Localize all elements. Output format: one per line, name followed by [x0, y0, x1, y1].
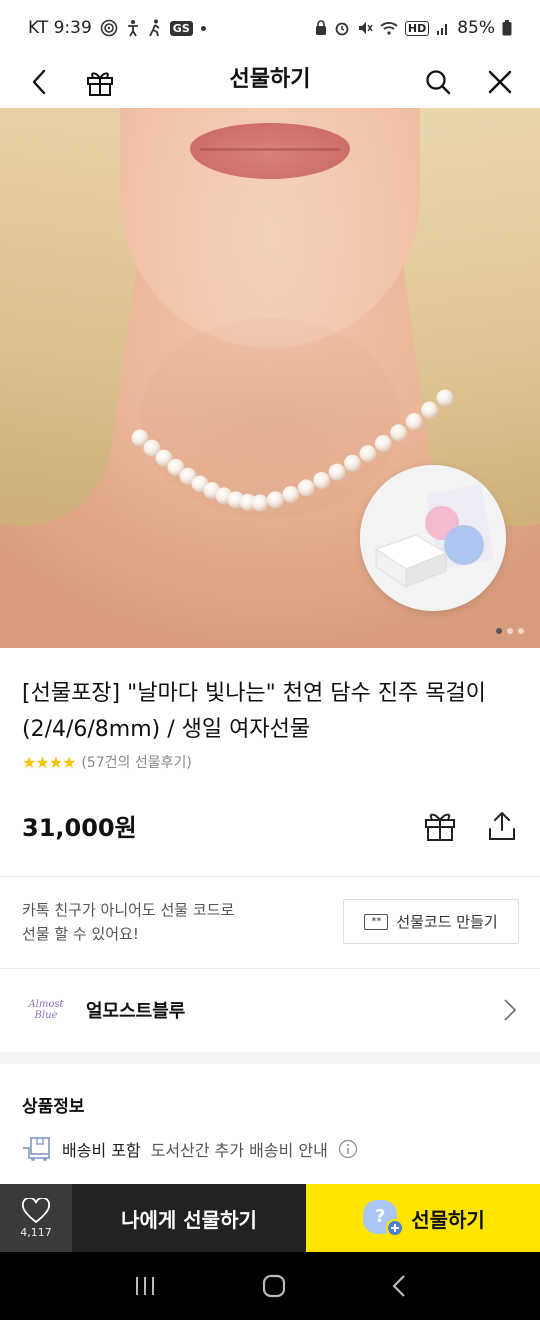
- carousel-pager: [496, 628, 524, 634]
- heart-icon: [21, 1197, 51, 1223]
- signal-icon: [436, 21, 450, 35]
- gift-code-line1: 카톡 친구가 아니어도 선물 코드로: [22, 901, 235, 919]
- brand-logo-line2: Blue: [34, 1010, 58, 1021]
- section-separator: [0, 1052, 540, 1064]
- accessibility-icon: [126, 19, 140, 37]
- friend-select-icon: ?: [361, 1198, 405, 1238]
- info-icon[interactable]: [338, 1139, 358, 1159]
- pager-dot[interactable]: [507, 628, 513, 634]
- gift-box-illustration: [360, 465, 506, 611]
- like-button[interactable]: 4,117: [0, 1184, 72, 1252]
- bottom-action-bar: 4,117 나에게 선물하기 ? 선물하기: [0, 1184, 540, 1252]
- like-count: 4,117: [20, 1225, 52, 1239]
- code-ticket-icon: **: [364, 913, 389, 930]
- gift-wrap-thumbnail: [360, 465, 506, 611]
- pearl-bead: [328, 463, 346, 481]
- back-button[interactable]: [20, 62, 60, 102]
- pearl-bead: [297, 479, 315, 497]
- pearl-bead: [405, 413, 423, 431]
- lock-icon: [315, 20, 327, 36]
- system-navigation-bar: [0, 1252, 540, 1320]
- product-price: 31,000원: [22, 814, 137, 842]
- close-button[interactable]: [480, 62, 520, 102]
- battery-percent: 85%: [457, 18, 495, 38]
- star-rating-icon: ★★★★: [22, 752, 76, 772]
- status-bar: KT 9:39 GS HD 85%: [0, 0, 540, 56]
- gift-home-button[interactable]: [80, 62, 120, 102]
- create-gift-code-button[interactable]: ** 선물코드 만들기: [343, 899, 519, 944]
- create-gift-code-label: 선물코드 만들기: [396, 913, 498, 931]
- mute-icon: [357, 20, 373, 36]
- close-icon: [488, 70, 512, 94]
- product-image-carousel[interactable]: [0, 108, 540, 648]
- wifi-icon: [380, 21, 398, 35]
- review-count: (57건의 선물후기): [81, 755, 192, 771]
- home-icon[interactable]: [262, 1274, 286, 1298]
- walking-icon: [148, 19, 162, 37]
- search-icon: [426, 70, 451, 95]
- carrier-time: KT 9:39: [28, 18, 92, 38]
- chevron-right-icon: [504, 999, 517, 1021]
- pearl-bead: [266, 491, 284, 509]
- gift-to-myself-button[interactable]: 나에게 선물하기: [72, 1184, 306, 1252]
- gift-box-icon: [425, 813, 455, 841]
- pearl-bead: [359, 445, 377, 463]
- gift-to-myself-label: 나에게 선물하기: [121, 1207, 257, 1232]
- notification-dot-icon: [200, 25, 206, 31]
- pager-dot[interactable]: [518, 628, 524, 634]
- fingerprint-icon: [100, 19, 118, 37]
- share-button[interactable]: [482, 806, 522, 846]
- pearl-bead: [251, 494, 269, 512]
- avatar-question-mark: ?: [374, 1206, 386, 1227]
- gift-icon: [87, 72, 113, 96]
- product-title: [선물포장] "날마다 빛나는" 천연 담수 진주 목걸이(2/4/6/8mm)…: [22, 681, 486, 742]
- system-back-icon[interactable]: [391, 1274, 407, 1298]
- alarm-icon: [334, 20, 350, 36]
- shipping-sub-label: 도서산간 추가 배송비 안내: [150, 1141, 328, 1160]
- pearl-bead: [313, 471, 331, 489]
- brand-row[interactable]: Almost Blue 얼모스트블루: [0, 980, 540, 1040]
- send-gift-label: 선물하기: [411, 1207, 485, 1232]
- top-navigation: 선물하기: [0, 56, 540, 108]
- pearl-bead: [421, 401, 439, 419]
- pearl-bead: [282, 485, 300, 503]
- pearl-bead: [344, 454, 361, 472]
- brand-name: 얼모스트블루: [86, 1001, 186, 1022]
- shipping-label: 배송비 포함: [62, 1141, 141, 1160]
- hd-badge: HD: [404, 20, 430, 36]
- rating-row[interactable]: ★★★★ (57건의 선물후기): [22, 752, 192, 772]
- divider: [0, 876, 540, 877]
- pager-dot[interactable]: [496, 628, 502, 634]
- battery-icon: [502, 20, 512, 36]
- product-info-title: 상품정보: [22, 1097, 85, 1117]
- brand-logo-line1: Almost: [28, 999, 64, 1010]
- pearl-bead: [436, 389, 454, 407]
- divider: [0, 968, 540, 969]
- gift-code-line2: 선물 할 수 있어요!: [22, 925, 139, 943]
- wishlist-gift-button[interactable]: [420, 806, 460, 846]
- brand-logo: Almost Blue: [22, 990, 70, 1030]
- search-button[interactable]: [418, 62, 458, 102]
- status-right: HD 85%: [315, 18, 512, 38]
- gift-code-description: 카톡 친구가 아니어도 선물 코드로 선물 할 수 있어요!: [22, 898, 234, 946]
- gs-badge: GS: [169, 20, 193, 36]
- pearl-bead: [374, 434, 392, 452]
- back-arrow-icon: [32, 69, 46, 95]
- delivery-box-icon: [23, 1137, 50, 1161]
- send-gift-button[interactable]: ? 선물하기: [306, 1184, 540, 1252]
- pearl-bead: [390, 424, 408, 442]
- shipping-info-row[interactable]: 배송비 포함 도서산간 추가 배송비 안내: [22, 1136, 358, 1162]
- status-left: KT 9:39 GS: [28, 18, 206, 38]
- recent-apps-icon[interactable]: [133, 1275, 157, 1297]
- share-icon: [489, 812, 515, 840]
